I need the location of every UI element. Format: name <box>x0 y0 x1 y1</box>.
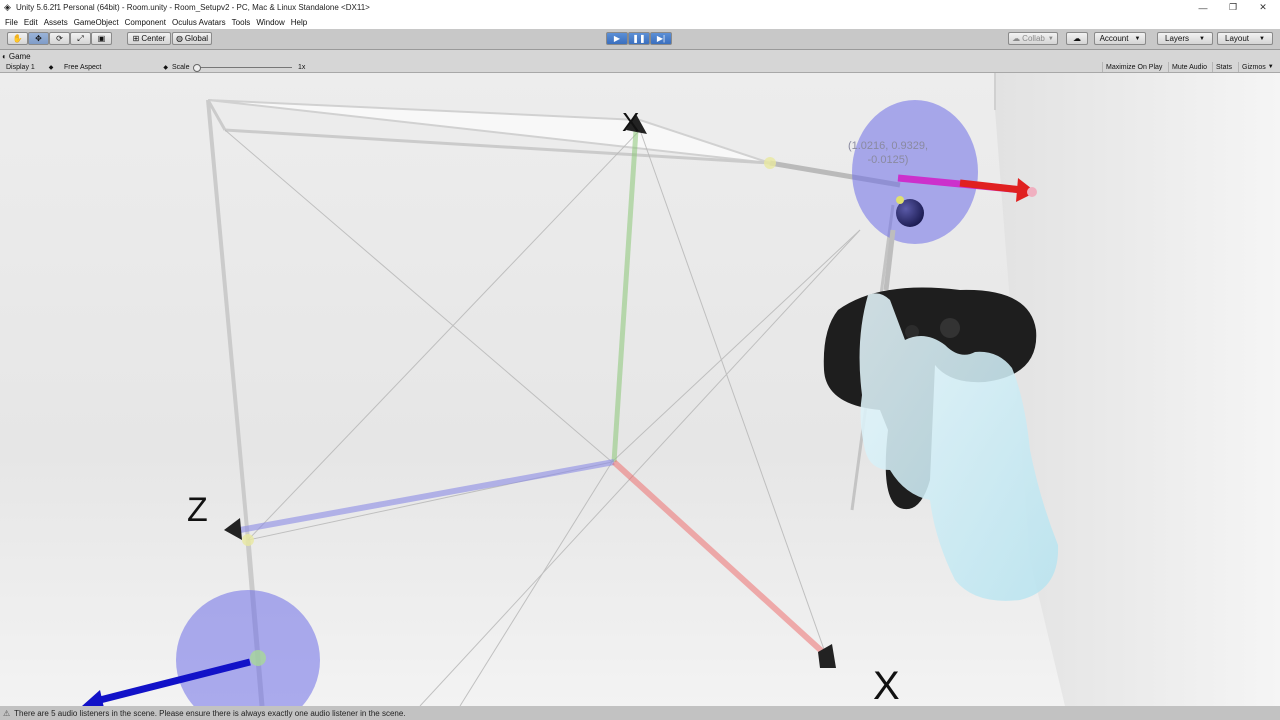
layout-dropdown[interactable]: Layout ▼ <box>1217 32 1273 45</box>
chevron-down-icon: ▼ <box>1047 35 1054 42</box>
title-bar: ◈ Unity 5.6.2f1 Personal (64bit) - Room.… <box>0 0 1280 15</box>
space-label: Global <box>184 34 209 43</box>
hand-tool-button[interactable]: ✋ <box>7 32 28 45</box>
scale-tool-button[interactable]: ⤢ <box>70 32 91 45</box>
minimize-button[interactable]: — <box>1188 0 1218 15</box>
menu-gameobject[interactable]: GameObject <box>74 18 119 27</box>
gizmos-label: Gizmos <box>1242 63 1266 71</box>
corner-handle <box>764 157 776 169</box>
pivot-center-button[interactable]: ⊞ Center <box>127 32 171 45</box>
play-icon: ▶ <box>613 34 621 43</box>
stats-toggle[interactable]: Stats <box>1212 62 1235 72</box>
play-button[interactable]: ▶ <box>606 32 628 45</box>
layout-label: Layout <box>1225 34 1250 43</box>
globe-icon: ◍ <box>175 34 183 43</box>
cloud-icon: ☁ <box>1073 34 1081 43</box>
warning-icon: ⚠ <box>3 708 11 718</box>
axis-label-x-bottom: X <box>873 664 900 706</box>
tab-game-label: Game <box>8 52 31 61</box>
game-viewport[interactable]: (1.0216, 0.9329, -0.0125) X Z X <box>0 73 1280 706</box>
scale-icon: ⤢ <box>77 33 84 43</box>
corner-handle <box>242 534 254 546</box>
gizmo-center-handle <box>250 650 266 666</box>
step-button[interactable]: ▶| <box>650 32 672 45</box>
chevron-down-icon: ▼ <box>1267 64 1274 70</box>
display-label: Display 1 <box>6 63 35 71</box>
scale-label: Scale <box>172 63 190 71</box>
axis-label-x-top: X <box>622 107 640 137</box>
rotate-icon: ⟳ <box>56 34 63 43</box>
account-dropdown[interactable]: Account ▼ <box>1094 32 1146 45</box>
chevron-small-icon: ◆ <box>163 64 168 71</box>
chevron-small-icon: ◆ <box>48 64 54 71</box>
collab-dropdown[interactable]: ☁ Collab ▼ <box>1008 32 1058 45</box>
rect-tool-button[interactable]: ▣ <box>91 32 112 45</box>
aspect-label: Free Aspect <box>64 63 102 71</box>
pivot-icon: ⊞ <box>132 34 140 43</box>
chevron-down-icon: ▼ <box>1199 35 1205 42</box>
axis-label-z: Z <box>187 491 208 529</box>
status-message: There are 5 audio listeners in the scene… <box>14 708 406 718</box>
layers-label: Layers <box>1165 34 1190 43</box>
tab-game[interactable]: ◐ Game <box>2 51 31 62</box>
space-global-button[interactable]: ◍ Global <box>172 32 212 45</box>
cloud-services-button[interactable]: ☁ <box>1066 32 1088 45</box>
game-icon: ◐ <box>2 52 7 61</box>
rotate-tool-button[interactable]: ⟳ <box>49 32 70 45</box>
controller-thumbstick <box>940 318 960 338</box>
close-button[interactable]: ✕ <box>1248 0 1278 15</box>
display-dropdown[interactable]: Display 1 ◆ <box>6 62 53 72</box>
account-label: Account <box>1099 34 1129 43</box>
maximize-on-play-toggle[interactable]: Maximize On Play <box>1102 62 1165 72</box>
menu-help[interactable]: Help <box>291 18 307 27</box>
menu-edit[interactable]: Edit <box>24 18 38 27</box>
move-tool-button[interactable]: ✥ <box>28 32 49 45</box>
rect-icon: ▣ <box>97 34 106 43</box>
mute-audio-toggle[interactable]: Mute Audio <box>1168 62 1210 72</box>
toolbar: ✋ ✥ ⟳ ⤢ ▣ ⊞ Center ◍ Global ▶ ❚❚ ▶| ☁ Colla… <box>0 29 1280 50</box>
collab-label: Collab <box>1022 34 1045 43</box>
chevron-down-icon: ▼ <box>1134 35 1141 42</box>
aspect-dropdown[interactable]: Free Aspect ◆ <box>64 62 168 72</box>
menu-window[interactable]: Window <box>256 18 284 27</box>
menu-bar: File Edit Assets GameObject Component Oc… <box>0 15 1280 29</box>
scene-render <box>0 73 1280 706</box>
minimize-icon: — <box>1198 2 1208 13</box>
layers-dropdown[interactable]: Layers ▼ <box>1157 32 1213 45</box>
unity-logo-icon: ◈ <box>4 2 11 12</box>
restore-icon: ❐ <box>1228 2 1238 12</box>
coord-line-1: (1.0216, 0.9329, <box>847 140 929 152</box>
menu-component[interactable]: Component <box>125 18 166 27</box>
hand-icon: ✋ <box>12 34 23 43</box>
step-icon: ▶| <box>656 34 666 43</box>
menu-oculus-avatars[interactable]: Oculus Avatars <box>172 18 226 27</box>
menu-file[interactable]: File <box>5 18 18 27</box>
scale-slider-thumb[interactable] <box>193 64 201 72</box>
restore-button[interactable]: ❐ <box>1218 0 1248 15</box>
gizmo-tip <box>1027 187 1037 197</box>
menu-tools[interactable]: Tools <box>232 18 251 27</box>
gizmos-dropdown[interactable]: Gizmos ▼ <box>1238 62 1277 72</box>
pivot-label: Center <box>141 34 166 43</box>
scale-value: 1x <box>298 63 306 71</box>
window-title: Unity 5.6.2f1 Personal (64bit) - Room.un… <box>16 3 370 12</box>
gizmo-coordinates: (1.0216, 0.9329, -0.0125) <box>826 139 950 167</box>
move-icon: ✥ <box>35 34 42 43</box>
pause-button[interactable]: ❚❚ <box>628 32 650 45</box>
cloud-small-icon: ☁ <box>1012 34 1021 43</box>
close-icon: ✕ <box>1259 2 1267 12</box>
gizmo-ball-handle <box>896 196 904 204</box>
status-bar[interactable]: ⚠ There are 5 audio listeners in the sce… <box>0 706 1280 720</box>
pause-icon: ❚❚ <box>632 34 646 43</box>
coord-line-2: -0.0125) <box>867 154 909 166</box>
menu-assets[interactable]: Assets <box>44 18 68 27</box>
scale-slider-track[interactable] <box>196 67 292 68</box>
game-view-header: ◐ Game Display 1 ◆ Free Aspect ◆ Scale 1x M… <box>0 50 1280 73</box>
chevron-down-icon: ▼ <box>1259 35 1265 42</box>
